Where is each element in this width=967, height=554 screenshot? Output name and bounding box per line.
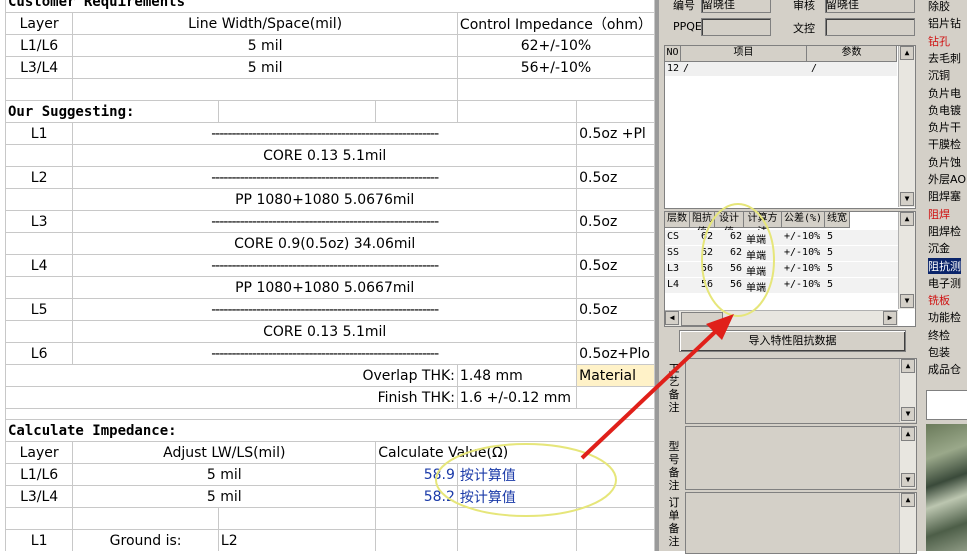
highlight-ellipse-calc — [435, 443, 617, 517]
annotation-arrow-line — [580, 330, 717, 460]
highlight-ellipse-grid — [701, 203, 775, 317]
annotation-overlay — [435, 203, 775, 517]
